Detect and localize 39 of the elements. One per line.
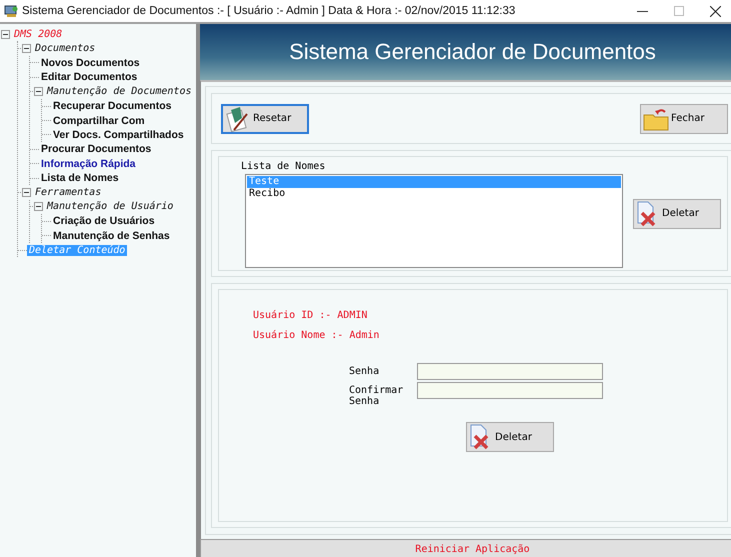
tree-item[interactable]: Compartilhar Com (51, 114, 147, 127)
tree-item[interactable]: Procurar Documentos (39, 143, 154, 156)
list-item[interactable]: Recibo (247, 188, 621, 200)
password-field[interactable] (417, 363, 603, 380)
tree-item[interactable]: Informação Rápida (39, 158, 138, 170)
tree-item[interactable]: Criação de Usuários (51, 215, 157, 228)
tree-item[interactable]: Recuperar Documentos (51, 100, 174, 112)
app-title: Sistema Gerenciador de Documentos (289, 39, 656, 65)
confirm-password-label: Confirmar Senha (349, 384, 404, 407)
close-icon[interactable] (710, 6, 721, 16)
names-list[interactable]: Teste Recibo (245, 174, 623, 268)
user-name-text: Usuário Nome :- Admin (253, 330, 380, 341)
list-label: Lista de Nomes (241, 161, 326, 172)
folder-icon (643, 106, 669, 130)
collapse-icon[interactable] (34, 202, 43, 212)
confirm-password-field[interactable] (417, 382, 603, 399)
app-icon (4, 4, 18, 18)
tree-item[interactable]: DMS 2008 (12, 28, 64, 40)
reset-button[interactable]: Resetar (221, 104, 309, 134)
tree-item[interactable]: Documentos (33, 43, 98, 54)
delete-button[interactable]: Deletar (633, 198, 721, 228)
tree-item[interactable]: Editar Documentos (39, 71, 140, 84)
collapse-icon[interactable] (22, 44, 31, 54)
collapse-icon[interactable] (22, 188, 31, 197)
user-id-text: Usuário ID :- ADMIN (253, 310, 368, 321)
close-button[interactable]: Fechar (640, 104, 728, 134)
password-label: Senha (349, 365, 380, 379)
tree-item[interactable]: Ferramentas (33, 186, 104, 198)
tree-item[interactable]: Lista de Nomes (39, 172, 121, 184)
tree-item[interactable]: Manutenção de Documentos (45, 86, 194, 98)
window-title: Sistema Gerenciador de Documentos :- [ Usuário :- Admin ] Data & Hora :- 02/nov/2015 11:12:33 (22, 5, 516, 17)
tree-item[interactable]: Manutenção de Senhas (51, 230, 172, 242)
delete-button[interactable]: Deletar (466, 422, 554, 452)
tree-item[interactable]: Ver Docs. Compartilhados (51, 128, 186, 141)
tree-item[interactable]: Novos Documentos (39, 56, 142, 69)
restart-button[interactable]: Reiniciar Aplicação (200, 539, 731, 557)
collapse-icon[interactable] (1, 30, 10, 39)
collapse-icon[interactable] (34, 87, 43, 96)
tree-item[interactable]: Manutenção de Usuário (45, 201, 176, 212)
